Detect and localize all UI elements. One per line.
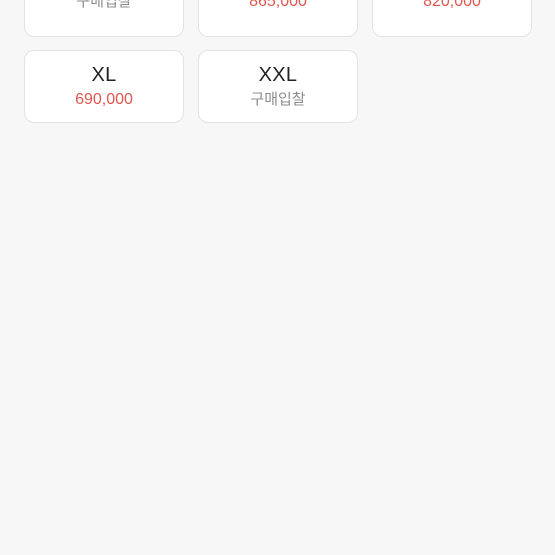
price-label: 820,000 (423, 0, 481, 10)
size-option-card[interactable]: 865,000 (198, 0, 358, 37)
size-option-card[interactable]: 구매입찰 (24, 0, 184, 37)
size-price-grid: 구매입찰 865,000 820,000 XL 690,000 XXL 구매입찰 (24, 0, 532, 123)
buy-bid-label: 구매입찰 (250, 91, 306, 108)
size-option-card-xxl[interactable]: XXL 구매입찰 (198, 50, 358, 123)
size-label: XXL (258, 64, 298, 86)
buy-bid-label: 구매입찰 (76, 0, 132, 10)
size-label: XL (91, 64, 117, 86)
size-option-card-xl[interactable]: XL 690,000 (24, 50, 184, 123)
price-label: 690,000 (75, 91, 133, 108)
price-label: 865,000 (249, 0, 307, 10)
size-option-card[interactable]: 820,000 (372, 0, 532, 37)
